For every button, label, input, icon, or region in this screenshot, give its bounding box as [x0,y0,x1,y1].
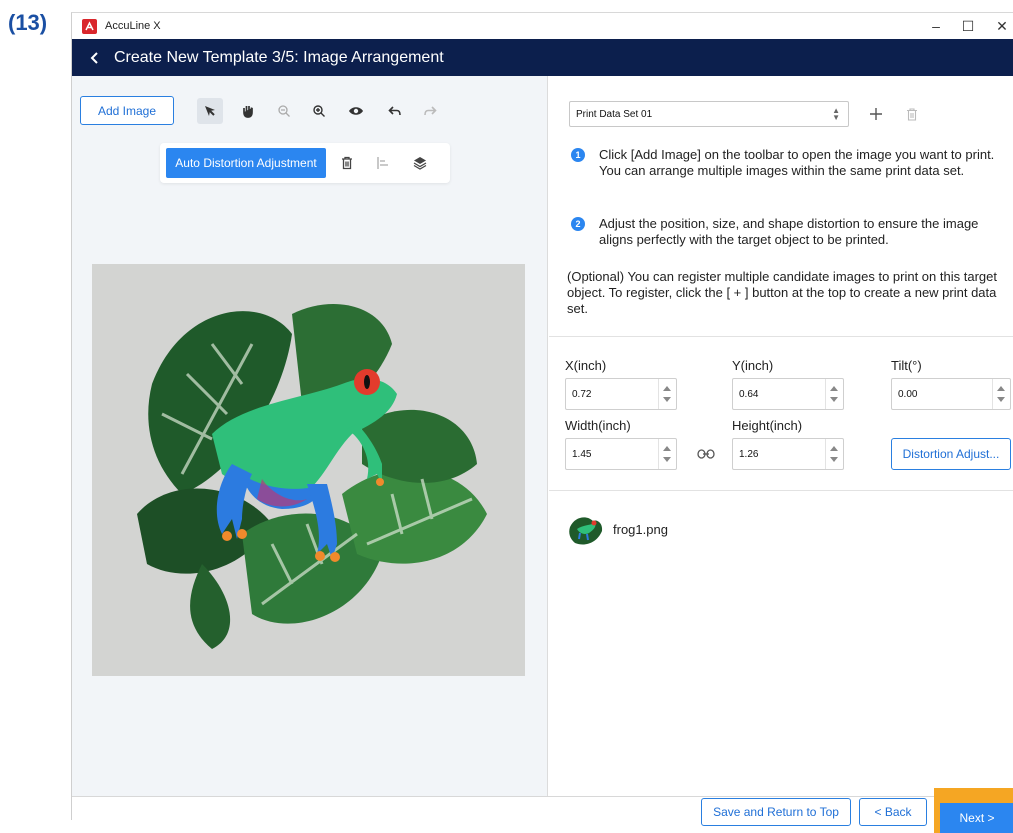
app-window: AccuLine X – ☐ ✕ Create New Template 3/5… [71,12,1013,833]
divider [549,490,1013,491]
delete-print-data-set-icon[interactable] [899,101,925,127]
print-data-set-select[interactable]: Print Data Set 01 ▲ ▼ [569,101,849,127]
back-chevron-icon[interactable] [90,51,100,65]
zoom-out-icon[interactable] [271,98,297,124]
select-arrow-icon[interactable] [197,98,223,124]
add-print-data-set-icon[interactable] [863,101,889,127]
width-input[interactable]: 1.45 [565,438,677,470]
step-1-badge: 1 [571,148,585,162]
title-bar: AccuLine X – ☐ ✕ [72,13,1013,39]
layers-icon[interactable] [407,150,433,176]
tilt-input[interactable]: 0.00 [891,378,1011,410]
next-button[interactable]: Next > [940,803,1013,833]
align-left-icon[interactable] [370,150,396,176]
file-list-item[interactable]: frog1.png [565,511,1005,551]
add-image-button[interactable]: Add Image [80,96,174,125]
file-name: frog1.png [613,522,668,537]
link-aspect-icon[interactable] [693,441,719,467]
step-number-label: (13) [8,10,48,35]
page-header: Create New Template 3/5: Image Arrangeme… [72,39,1013,76]
print-data-set-value: Print Data Set 01 [576,108,653,120]
instruction-2: Adjust the position, size, and shape dis… [599,216,979,247]
page-title: Create New Template 3/5: Image Arrangeme… [114,48,444,66]
save-and-return-button[interactable]: Save and Return to Top [701,798,851,826]
width-value: 1.45 [572,448,592,460]
selection-toolbar: Auto Distortion Adjustment [160,143,450,183]
x-label: X(inch) [565,358,607,373]
undo-icon[interactable] [382,98,408,124]
height-value: 1.26 [739,448,759,460]
height-label: Height(inch) [732,418,803,433]
distortion-adjust-button[interactable]: Distortion Adjust... [891,438,1011,470]
y-value: 0.64 [739,388,759,400]
select-arrows-icon: ▲ ▼ [832,106,840,122]
zoom-in-icon[interactable] [306,98,332,124]
auto-distortion-button[interactable]: Auto Distortion Adjustment [166,148,326,178]
x-value: 0.72 [572,388,592,400]
instruction-1: Click [Add Image] on the toolbar to open… [599,147,995,178]
width-spinner[interactable] [658,439,676,469]
y-label: Y(inch) [732,358,774,373]
back-button[interactable]: < Back [859,798,927,826]
hand-pan-icon[interactable] [235,98,261,124]
tilt-label: Tilt(°) [891,358,922,373]
y-input[interactable]: 0.64 [732,378,844,410]
properties-panel: Print Data Set 01 ▲ ▼ 1 Click [Add Image]… [549,76,1013,796]
tilt-value: 0.00 [898,388,918,400]
tilt-spinner[interactable] [992,379,1010,409]
app-title: AccuLine X [105,20,161,32]
redo-icon[interactable] [417,98,443,124]
height-input[interactable]: 1.26 [732,438,844,470]
file-thumbnail-icon [567,513,605,549]
step-2-badge: 2 [571,217,585,231]
width-label: Width(inch) [565,418,631,433]
divider [549,336,1013,337]
height-spinner[interactable] [825,439,843,469]
close-button[interactable]: ✕ [982,13,1013,39]
optional-note: (Optional) You can register multiple can… [567,269,997,316]
eye-preview-icon[interactable] [343,98,369,124]
trash-icon[interactable] [334,150,360,176]
frog-artwork-image[interactable] [92,264,525,676]
acculine-logo-icon [82,18,97,34]
x-input[interactable]: 0.72 [565,378,677,410]
x-spinner[interactable] [658,379,676,409]
canvas-panel: Add Image Auto Distortion Adjustment [72,76,548,796]
y-spinner[interactable] [825,379,843,409]
